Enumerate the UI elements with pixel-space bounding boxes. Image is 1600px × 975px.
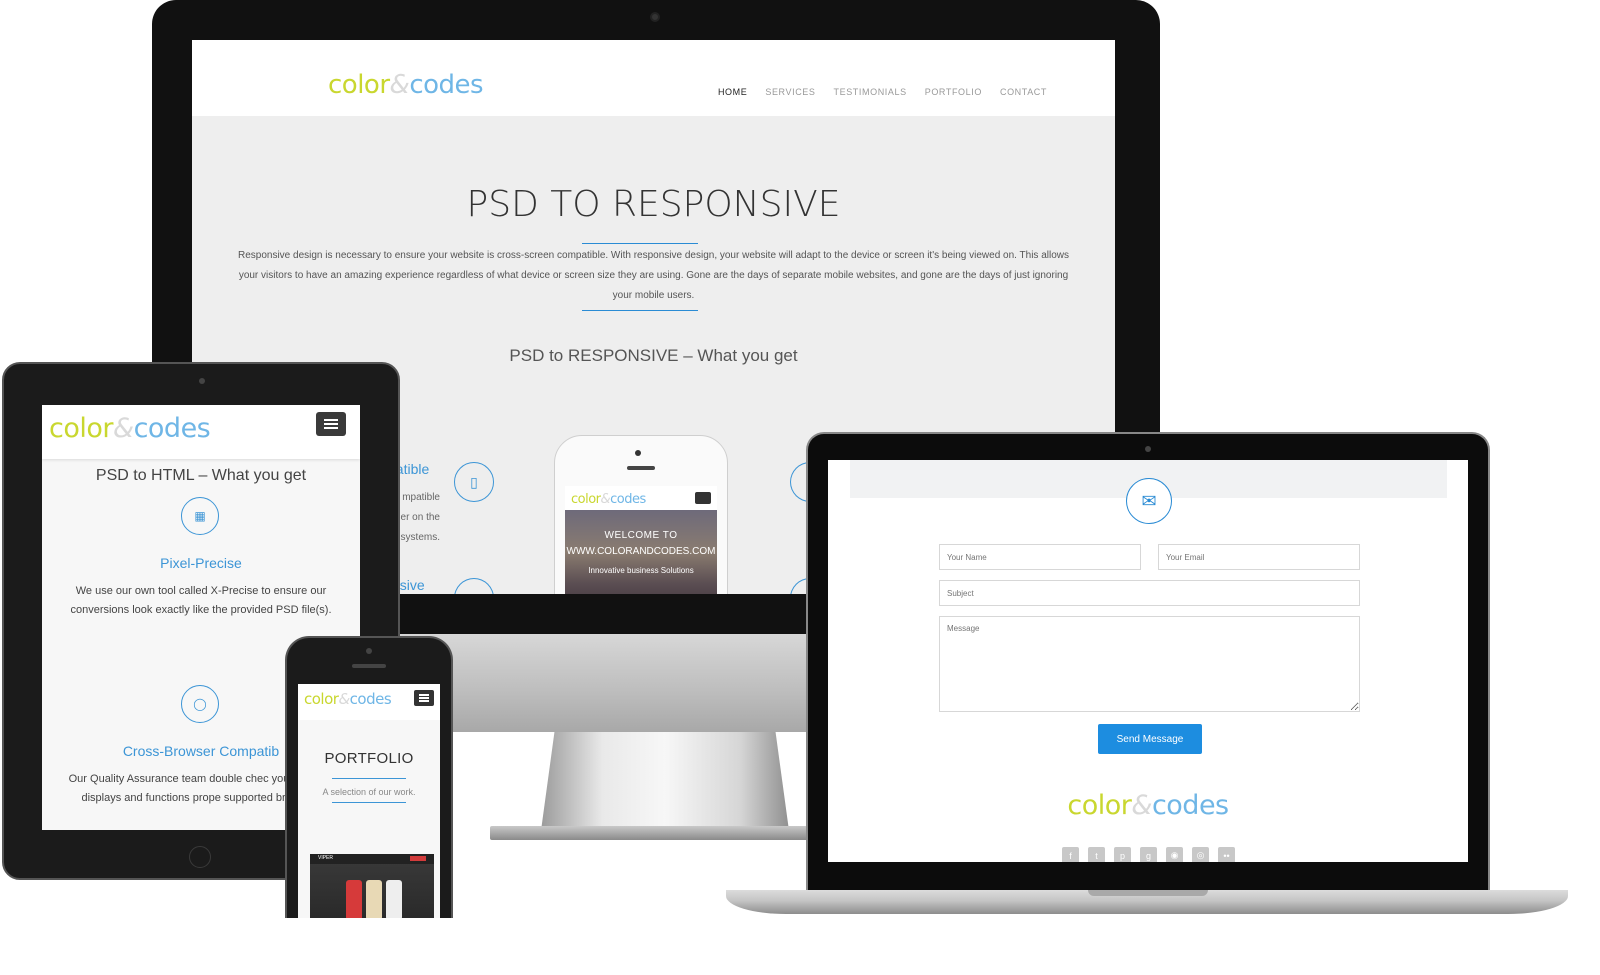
phone-speaker [352,664,386,668]
thumbnail-phone-red [346,880,362,918]
hero-tagline: Innovative business Solutions [588,566,694,575]
envelope-icon: ✉ [1126,478,1172,524]
mobile-icon: ▯ [454,462,494,502]
phone-camera-icon [366,648,372,654]
logo-part-codes: codes [349,690,392,708]
hero-site: WWW.COLORANDCODES.COM [566,546,716,557]
portfolio-divider [332,802,406,803]
logo-ampersand: & [113,413,134,444]
laptop-camera-icon [1145,446,1151,452]
phone-logo: color&codes [571,492,646,507]
name-field[interactable] [939,544,1141,570]
phone-speaker [627,466,655,470]
tablet-home-button[interactable] [189,846,211,868]
paragraph-divider [582,310,698,311]
laptop-screen: ✉ Send Message color&codes f t p g ◉ ◎ •… [828,460,1468,862]
desktop-header: color&codes HOME SERVICES TESTIMONIALS P… [192,40,1115,116]
nav-home[interactable]: HOME [718,87,747,97]
desktop-logo[interactable]: color&codes [328,70,484,100]
logo-part-color: color [328,70,390,100]
instagram-icon[interactable]: ◉ [1166,847,1183,862]
logo-part-codes: codes [610,492,646,507]
pinterest-icon[interactable]: p [1114,847,1131,862]
responsive-icon [454,578,494,594]
title-divider [582,243,698,244]
nav-contact[interactable]: CONTACT [1000,87,1047,97]
flickr-icon[interactable]: •• [1218,847,1235,862]
tablet-header: color&codes [42,405,360,459]
phone-header: color&codes [298,684,440,720]
hamburger-menu-icon[interactable] [414,690,434,706]
menu-icon[interactable] [695,492,711,504]
laptop-notch [1088,890,1208,896]
phone-camera-icon [635,450,641,456]
hamburger-menu-icon[interactable] [316,412,346,436]
phone-screen: color&codes PORTFOLIO A selection of our… [298,684,440,918]
logo-part-color: color [1067,790,1132,821]
intro-paragraph: Responsive design is necessary to ensure… [237,250,1069,301]
footer-logo[interactable]: color&codes [828,790,1468,821]
feature-text-pixel-precise: We use our own tool called X-Precise to … [70,585,332,616]
message-field[interactable] [939,616,1360,712]
logo-part-color: color [49,413,114,444]
twitter-icon[interactable]: t [1088,847,1105,862]
thumbnail-phone-gold [366,880,382,918]
nav-services[interactable]: SERVICES [765,87,815,97]
logo-part-color: color [304,690,339,708]
nav-testimonials[interactable]: TESTIMONIALS [834,87,907,97]
send-message-button[interactable]: Send Message [1098,724,1202,754]
thumbnail-brand: VIPER [318,855,334,861]
page-title: PSD TO RESPONSIVE [466,184,841,225]
portfolio-thumbnail[interactable]: VIPER [310,854,434,918]
tablet-section-title: PSD to HTML – What you get [95,467,307,484]
email-field[interactable] [1158,544,1360,570]
logo-ampersand: & [338,690,350,708]
logo-part-codes: codes [133,413,211,444]
monitor-stand [540,728,790,838]
logo-part-codes: codes [409,70,484,100]
portfolio-title: PORTFOLIO [324,750,414,767]
globe-icon: ◯ [181,685,219,723]
logo-ampersand: & [389,70,410,100]
desktop-nav: HOME SERVICES TESTIMONIALS PORTFOLIO CON… [718,87,1047,97]
portfolio-subtitle: A selection of our work. [322,787,416,797]
monitor-camera-icon [650,12,660,22]
nav-portfolio[interactable]: PORTFOLIO [925,87,982,97]
logo-part-codes: codes [1151,790,1229,821]
phone-screen: color&codes WELCOME TO WWW.COLORANDCODES… [565,486,717,594]
desktop-phone-mockup: color&codes WELCOME TO WWW.COLORANDCODES… [554,435,728,594]
google-plus-icon[interactable]: g [1140,847,1157,862]
facebook-icon[interactable]: f [1062,847,1079,862]
thumbnail-phone-silver [386,880,402,918]
logo-part-color: color [571,492,601,507]
portfolio-divider [332,778,406,779]
phone-logo[interactable]: color&codes [304,690,392,708]
feature-title-pixel-precise: Pixel-Precise [160,555,242,571]
grid-icon: ▦ [181,497,219,535]
dribbble-icon[interactable]: ◎ [1192,847,1209,862]
logo-ampersand: & [600,492,611,507]
thumbnail-button [410,856,426,861]
monitor-stand-base [490,826,820,840]
social-links: f t p g ◉ ◎ •• [1062,847,1235,862]
hero-welcome: WELCOME TO [604,530,678,541]
logo-ampersand: & [1131,790,1152,821]
subject-field[interactable] [939,580,1360,606]
tablet-camera-icon [199,378,205,384]
tablet-logo[interactable]: color&codes [49,413,211,444]
